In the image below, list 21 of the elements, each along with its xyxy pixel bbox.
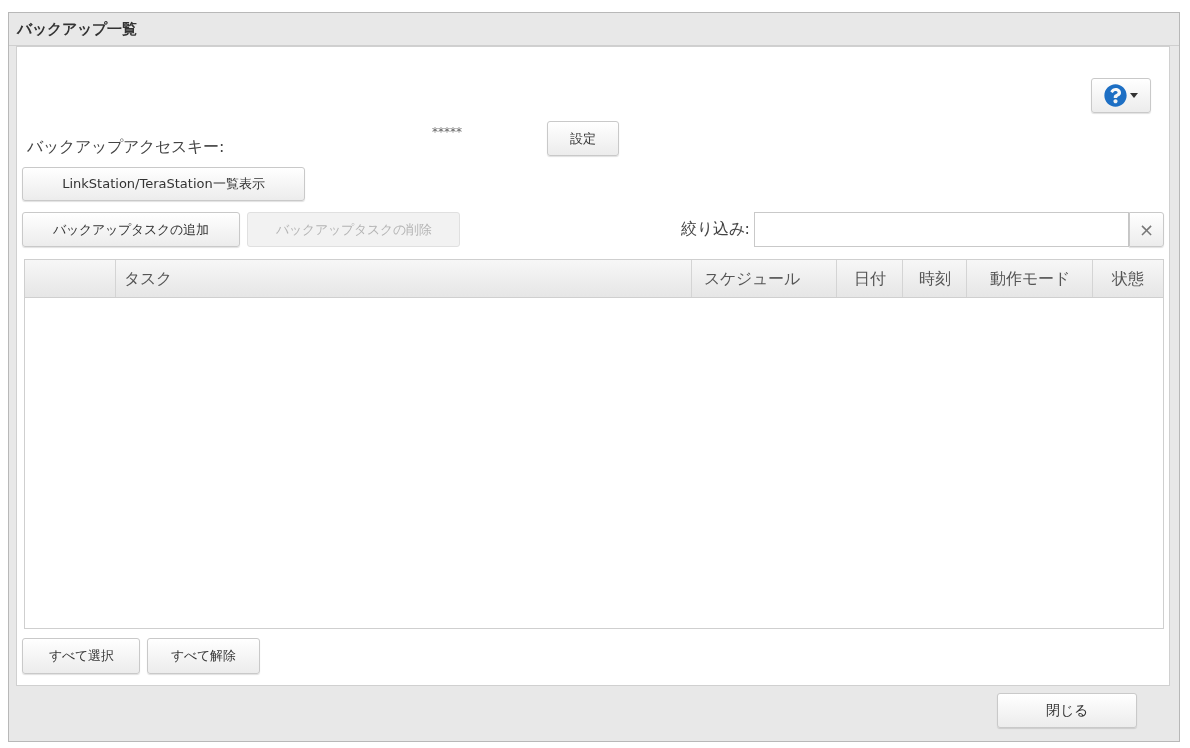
- window-title: バックアップ一覧: [17, 18, 137, 40]
- deselect-all-button[interactable]: すべて解除: [147, 638, 260, 674]
- access-key-value: *****: [432, 124, 463, 138]
- add-task-button[interactable]: バックアップタスクの追加: [22, 212, 240, 247]
- clear-filter-button[interactable]: ×: [1129, 212, 1164, 247]
- settings-button[interactable]: 設定: [547, 121, 619, 156]
- access-key-label: バックアップアクセスキー:: [26, 136, 226, 158]
- column-header[interactable]: 日付: [837, 260, 903, 297]
- filter-field[interactable]: [754, 212, 1129, 247]
- column-header[interactable]: 状態: [1093, 260, 1163, 297]
- help-icon: [1104, 84, 1127, 107]
- help-menu-button[interactable]: [1091, 78, 1151, 113]
- column-header[interactable]: 動作モード: [967, 260, 1093, 297]
- select-all-button[interactable]: すべて選択: [22, 638, 140, 674]
- column-header[interactable]: スケジュール: [692, 260, 837, 297]
- caret-icon: [1130, 93, 1138, 98]
- station-list-button[interactable]: LinkStation/TeraStation一覧表示: [22, 167, 305, 201]
- column-header[interactable]: 時刻: [903, 260, 967, 297]
- filter-label: 絞り込み:: [679, 218, 751, 240]
- column-header[interactable]: タスク: [116, 260, 692, 297]
- close-button[interactable]: 閉じる: [997, 693, 1137, 728]
